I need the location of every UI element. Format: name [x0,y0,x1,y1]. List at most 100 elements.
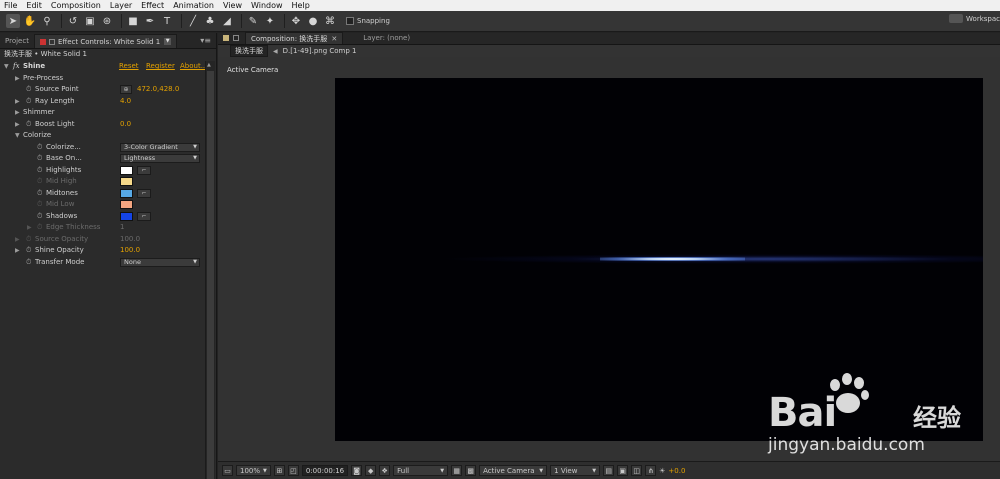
effect-row-shine[interactable]: ▼ fx Shine Reset Register About... [0,61,207,72]
expand-arrow-icon[interactable]: ▶ [15,96,20,107]
effect-controls-scrollbar[interactable]: ▲ ▼ [205,61,215,479]
flow-current-comp[interactable]: 换洗手服 [230,45,268,57]
expand-arrow-icon[interactable]: ▶ [15,107,20,118]
zoom-tool-icon[interactable]: ⚲ [40,14,54,28]
tab-effect-controls[interactable]: Effect Controls: White Solid 1 ▼ [33,34,178,48]
source-point-value[interactable]: 472.0,428.0 [137,84,179,95]
lock-icon[interactable] [233,35,239,41]
panel-menu-icon[interactable]: ▾≡ [200,36,211,45]
expand-arrow-icon[interactable]: ▼ [4,61,9,72]
rectangle-tool-icon[interactable]: ■ [126,14,140,28]
highlights-color-swatch[interactable] [120,166,133,175]
expand-arrow-icon[interactable]: ▼ [15,130,20,141]
roto-brush-tool-icon[interactable]: ✎ [246,14,260,28]
lock-icon[interactable] [48,38,55,45]
register-button[interactable]: Register [146,61,175,72]
stopwatch-icon[interactable]: ⏱ [26,257,31,268]
stopwatch-icon[interactable]: ⏱ [26,96,31,107]
menu-view[interactable]: View [223,0,242,11]
stopwatch-icon[interactable]: ⏱ [37,153,42,164]
property-group-pre-process[interactable]: ▶ Pre-Process [0,73,204,84]
current-time-display[interactable]: 0:00:00:16 [301,465,349,476]
timeline-icon[interactable]: ◫ [631,465,643,476]
stopwatch-icon[interactable]: ⏱ [37,188,42,199]
type-tool-icon[interactable]: T [160,14,174,28]
menu-effect[interactable]: Effect [141,0,164,11]
base-on-select[interactable]: Lightness ▼ [120,154,200,163]
menu-help[interactable]: Help [292,0,310,11]
selection-tool-icon[interactable]: ➤ [6,14,20,28]
clone-stamp-tool-icon[interactable]: ♣ [203,14,217,28]
local-axis-icon[interactable]: ✥ [289,14,303,28]
color-channels-icon[interactable]: ❖ [379,465,391,476]
brush-tool-icon[interactable]: ╱ [186,14,200,28]
stopwatch-icon[interactable]: ⏱ [26,245,31,256]
menu-file[interactable]: File [4,0,17,11]
crosshair-button-icon[interactable]: ⊕ [120,85,132,94]
exposure-icon[interactable]: ☀ [659,465,665,476]
world-axis-icon[interactable]: ● [306,14,320,28]
eyedropper-icon[interactable]: ⌐ [137,166,151,175]
tab-composition[interactable]: Composition: 换洗手服 ✕ [245,32,344,45]
puppet-pin-tool-icon[interactable]: ✦ [263,14,277,28]
workspace-selector[interactable]: Workspac [949,14,1000,23]
scrollbar-thumb[interactable] [207,71,214,479]
flowchart-icon[interactable]: ⋔ [645,465,657,476]
grid-guides-icon[interactable]: ⊞ [273,465,285,476]
stopwatch-icon[interactable]: ⏱ [37,142,42,153]
tab-layer[interactable]: Layer: (none) [343,32,415,44]
close-icon[interactable]: ✕ [331,33,337,45]
eyedropper-icon[interactable]: ⌐ [137,189,151,198]
expand-arrow-icon[interactable]: ▶ [15,245,20,256]
hand-tool-icon[interactable]: ✋ [23,14,37,28]
ray-length-value[interactable]: 4.0 [120,96,131,107]
view-axis-icon[interactable]: ⌘ [323,14,337,28]
snapshot-camera-icon[interactable]: ◙ [351,465,363,476]
transfer-mode-select[interactable]: None ▼ [120,258,200,267]
reset-button[interactable]: Reset [119,61,139,72]
colorize-select[interactable]: 3-Color Gradient ▼ [120,143,200,152]
snapping-checkbox[interactable] [346,17,354,25]
resolution-select[interactable]: Full ▼ [393,465,449,476]
menu-composition[interactable]: Composition [51,0,101,11]
region-of-interest-icon[interactable]: ▦ [451,465,463,476]
menu-edit[interactable]: Edit [26,0,42,11]
expand-arrow-icon[interactable]: ▶ [15,234,20,245]
about-button[interactable]: About... [180,61,207,72]
menu-window[interactable]: Window [251,0,283,11]
menu-animation[interactable]: Animation [173,0,214,11]
toggle-pixel-aspect-icon[interactable]: ▤ [603,465,615,476]
stopwatch-icon[interactable]: ⏱ [37,211,42,222]
midtones-color-swatch[interactable] [120,189,133,198]
shine-opacity-value[interactable]: 100.0 [120,245,140,256]
pen-tool-icon[interactable]: ✒ [143,14,157,28]
pan-behind-tool-icon[interactable]: ⊛ [100,14,114,28]
property-group-colorize[interactable]: ▼ Colorize [0,130,204,141]
property-group-shimmer[interactable]: ▶ Shimmer [0,107,204,118]
exposure-value[interactable]: +0.0 [668,465,685,476]
tab-project[interactable]: Project [0,34,34,48]
zoom-select[interactable]: 100% ▼ [236,465,271,476]
snapping-toggle[interactable]: Snapping [346,17,390,25]
chevron-down-icon[interactable]: ▼ [164,38,172,45]
fast-previews-icon[interactable]: ▣ [617,465,629,476]
boost-light-value[interactable]: 0.0 [120,119,131,130]
stopwatch-icon[interactable]: ⏱ [26,119,31,130]
expand-arrow-icon[interactable]: ▶ [27,222,32,233]
rotation-tool-icon[interactable]: ↺ [66,14,80,28]
stopwatch-icon[interactable]: ⏱ [26,84,31,95]
transparency-grid-icon[interactable]: ▩ [465,465,477,476]
expand-arrow-icon[interactable]: ▶ [15,119,20,130]
eraser-tool-icon[interactable]: ◢ [220,14,234,28]
camera-select[interactable]: Active Camera ▼ [479,465,548,476]
show-snapshot-icon[interactable]: ◆ [365,465,377,476]
flow-parent-comp[interactable]: D.[1-49].png Comp 1 [283,47,357,55]
mid-low-color-swatch[interactable] [120,200,133,209]
scroll-up-icon[interactable]: ▲ [207,62,211,68]
eyedropper-icon[interactable]: ⌐ [137,212,151,221]
expand-arrow-icon[interactable]: ▶ [15,73,20,84]
always-preview-icon[interactable]: ▭ [222,465,233,476]
mid-high-color-swatch[interactable] [120,177,133,186]
menu-layer[interactable]: Layer [110,0,132,11]
shadows-color-swatch[interactable] [120,212,133,221]
